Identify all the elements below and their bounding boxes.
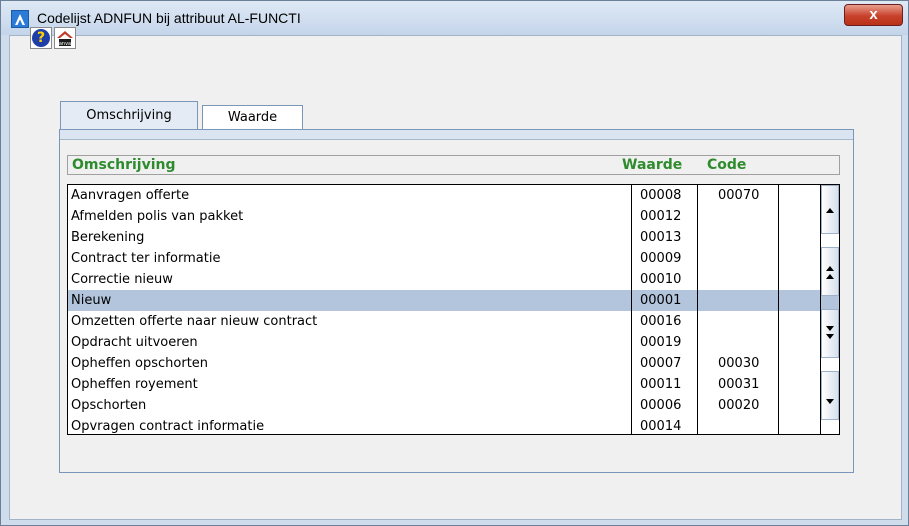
list-row[interactable]: Aanvragen offerte 00008 00070 bbox=[68, 185, 839, 206]
svg-text:anva: anva bbox=[59, 41, 71, 47]
cell-omschrijving: Opvragen contract informatie bbox=[71, 419, 265, 434]
cell-omschrijving: Opdracht uitvoeren bbox=[71, 335, 198, 350]
app-icon bbox=[11, 10, 29, 28]
cell-waarde: 00012 bbox=[640, 209, 682, 224]
cell-waarde: 00007 bbox=[640, 356, 682, 371]
page-down-button[interactable] bbox=[821, 309, 839, 358]
dialog-window: Codelijst ADNFUN bij attribuut AL-FUNCTI… bbox=[0, 0, 909, 526]
tab-omschrijving[interactable]: Omschrijving bbox=[60, 101, 198, 129]
cell-waarde: 00006 bbox=[640, 398, 682, 413]
double-arrow-up-icon bbox=[826, 266, 834, 279]
panel-top-strip bbox=[60, 130, 853, 140]
tab-waarde-label: Waarde bbox=[227, 110, 278, 125]
list-row[interactable]: Berekening 00013 bbox=[68, 227, 839, 248]
cell-waarde: 00016 bbox=[640, 314, 682, 329]
scroll-down-button[interactable] bbox=[821, 371, 839, 420]
list-header: Omschrijving Waarde Code bbox=[67, 155, 840, 175]
page-up-button[interactable] bbox=[821, 247, 839, 296]
cell-omschrijving: Aanvragen offerte bbox=[71, 188, 190, 203]
column-divider bbox=[778, 185, 779, 434]
cell-waarde: 00019 bbox=[640, 335, 682, 350]
cell-omschrijving: Correctie nieuw bbox=[71, 272, 173, 287]
cell-waarde: 00011 bbox=[640, 377, 682, 392]
list-row[interactable]: Opdracht uitvoeren 00019 bbox=[68, 332, 839, 353]
list-row[interactable]: Opschorten 00006 00020 bbox=[68, 395, 839, 416]
cell-omschrijving: Opheffen royement bbox=[71, 377, 198, 392]
cell-code: 00030 bbox=[718, 356, 760, 371]
list-row[interactable]: Opheffen royement 00011 00031 bbox=[68, 374, 839, 395]
double-arrow-down-icon bbox=[826, 326, 834, 339]
code-list[interactable]: Aanvragen offerte 00008 00070 Afmelden poli… bbox=[67, 184, 840, 435]
header-omschrijving[interactable]: Omschrijving bbox=[72, 156, 176, 175]
cell-omschrijving: Afmelden polis van pakket bbox=[71, 209, 244, 224]
cell-code: 00031 bbox=[718, 377, 760, 392]
cell-omschrijving: Contract ter informatie bbox=[71, 251, 221, 266]
cell-waarde: 00008 bbox=[640, 188, 682, 203]
close-icon: x bbox=[869, 6, 878, 23]
column-divider bbox=[631, 185, 632, 434]
close-button[interactable]: x bbox=[844, 4, 903, 26]
title-bar[interactable]: Codelijst ADNFUN bij attribuut AL-FUNCTI… bbox=[1, 1, 908, 35]
tab-omschrijving-label: Omschrijving bbox=[86, 108, 172, 123]
anva-logo-icon: anva bbox=[57, 31, 73, 47]
cell-omschrijving: Nieuw bbox=[71, 293, 112, 308]
help-button[interactable]: ? bbox=[30, 27, 52, 49]
cell-omschrijving: Omzetten offerte naar nieuw contract bbox=[71, 314, 318, 329]
window-title: Codelijst ADNFUN bij attribuut AL-FUNCTI bbox=[37, 10, 301, 26]
cell-code: 00020 bbox=[718, 398, 760, 413]
cell-waarde: 00001 bbox=[640, 293, 682, 308]
cell-omschrijving: Opschorten bbox=[71, 398, 147, 413]
list-row[interactable]: Opvragen contract informatie 00014 bbox=[68, 416, 839, 437]
header-code[interactable]: Code bbox=[707, 156, 746, 175]
arrow-down-icon bbox=[826, 399, 834, 404]
scroll-up-button[interactable] bbox=[821, 185, 839, 234]
list-row[interactable]: Afmelden polis van pakket 00012 bbox=[68, 206, 839, 227]
tab-waarde[interactable]: Waarde bbox=[202, 105, 303, 130]
arrow-up-icon bbox=[826, 208, 834, 213]
header-waarde[interactable]: Waarde bbox=[622, 156, 682, 175]
cell-waarde: 00013 bbox=[640, 230, 682, 245]
cell-code: 00070 bbox=[718, 188, 760, 203]
cell-waarde: 00009 bbox=[640, 251, 682, 266]
cell-omschrijving: Berekening bbox=[71, 230, 145, 245]
list-row[interactable]: Opheffen opschorten 00007 00030 bbox=[68, 353, 839, 374]
anva-button[interactable]: anva bbox=[54, 27, 76, 49]
list-row[interactable]: Contract ter informatie 00009 bbox=[68, 248, 839, 269]
list-row[interactable]: Nieuw 00001 bbox=[68, 290, 839, 311]
column-divider bbox=[697, 185, 698, 434]
list-row[interactable]: Correctie nieuw 00010 bbox=[68, 269, 839, 290]
cell-waarde: 00010 bbox=[640, 272, 682, 287]
help-icon: ? bbox=[32, 29, 50, 47]
cell-waarde: 00014 bbox=[640, 419, 682, 434]
list-row[interactable]: Omzetten offerte naar nieuw contract 0001… bbox=[68, 311, 839, 332]
cell-omschrijving: Opheffen opschorten bbox=[71, 356, 209, 371]
